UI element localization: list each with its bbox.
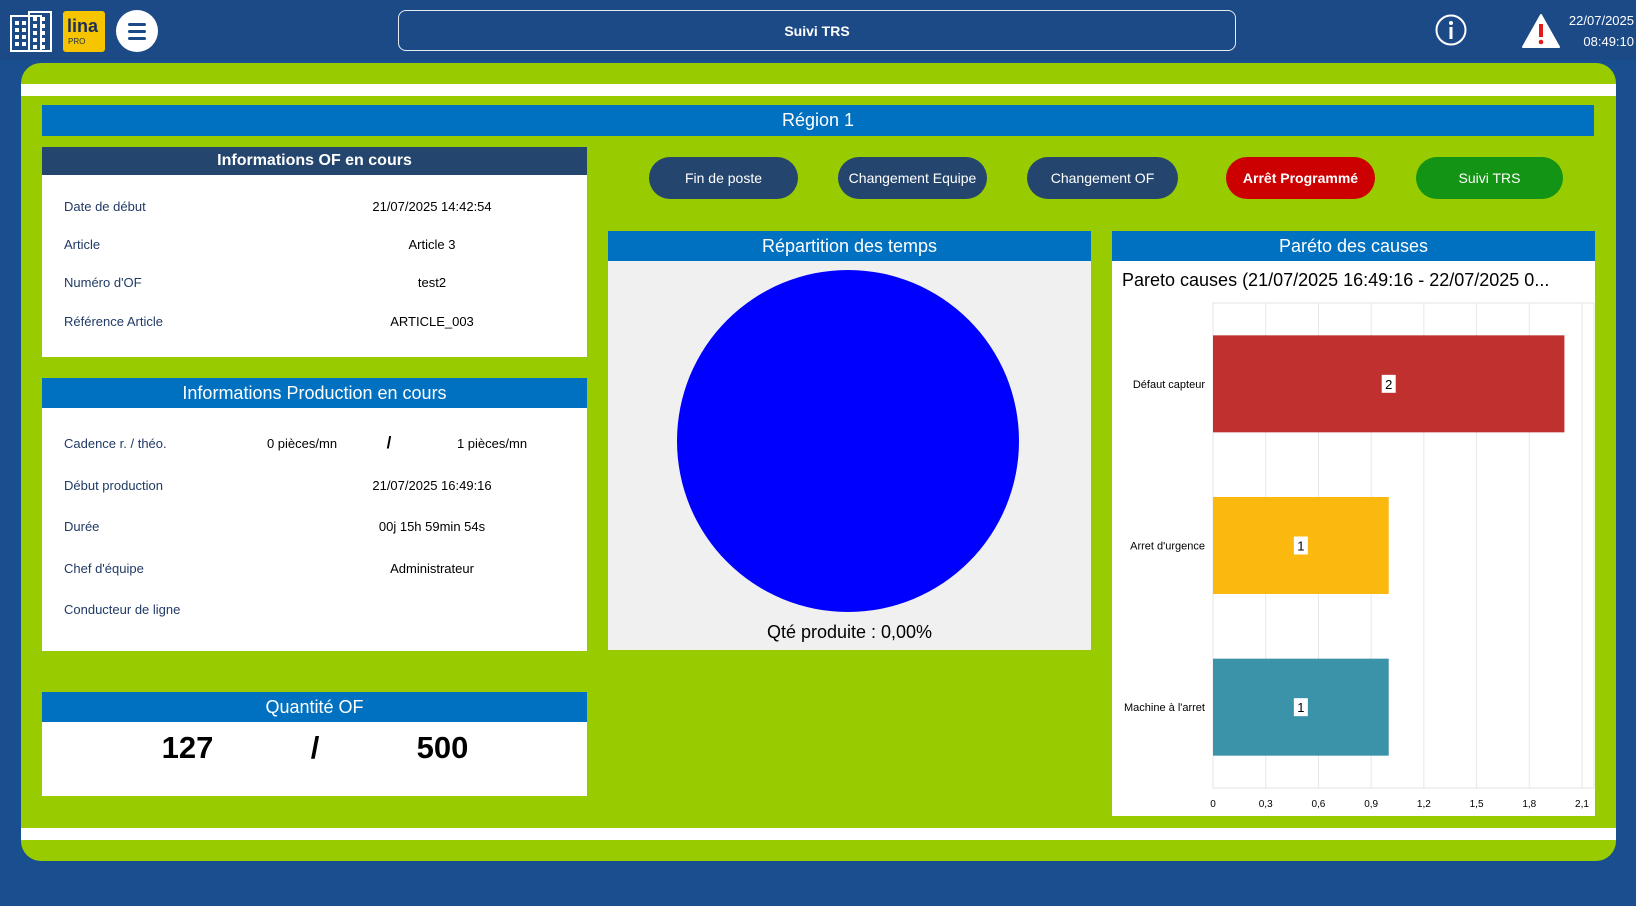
quantity-separator: / xyxy=(310,730,320,765)
datetime: 22/07/2025 08:49:10 xyxy=(1560,10,1634,52)
article-value: Article 3 xyxy=(408,237,456,252)
current-date: 22/07/2025 xyxy=(1568,13,1634,28)
region-title: Région 1 xyxy=(42,105,1594,136)
pareto-chart: 0 0,3 0,6 0,9 1,2 1,5 1,8 2,1 Défaut capteur 2 Arr… xyxy=(1124,302,1595,810)
x-tick-label: 1,2 xyxy=(1417,799,1431,810)
current-time: 08:49:10 xyxy=(1583,34,1634,49)
duration-label: Durée xyxy=(64,519,100,534)
line-operator-label: Conducteur de ligne xyxy=(64,602,181,617)
pareto-panel: Paréto des causes Pareto causes (21/07/2… xyxy=(1112,231,1595,816)
category-label: Machine à l'arret xyxy=(1124,702,1205,714)
of-start-value: 21/07/2025 14:42:54 xyxy=(372,199,492,214)
pie-slice xyxy=(677,270,1019,612)
cadence-label: Cadence r. / théo. xyxy=(64,436,167,451)
of-info-title: Informations OF en cours xyxy=(42,147,587,175)
of-start-label: Date de début xyxy=(64,199,146,214)
time-distribution-title: Répartition des temps xyxy=(608,231,1091,261)
prod-start-label: Début production xyxy=(64,478,164,493)
x-tick-label: 0,6 xyxy=(1311,799,1325,810)
divider-bottom xyxy=(21,828,1616,840)
end-of-shift-button[interactable]: Fin de poste xyxy=(649,157,798,199)
team-lead-value: Administrateur xyxy=(390,561,474,576)
change-team-button[interactable]: Changement Equipe xyxy=(838,157,987,199)
lina-pro-logo: lina PRO xyxy=(63,11,105,52)
article-ref-value: ARTICLE_003 xyxy=(390,314,474,329)
pie-caption: Qté produite : 0,00% xyxy=(766,622,933,642)
of-number-value: test2 xyxy=(417,275,447,290)
category-label: Défaut capteur xyxy=(1133,379,1205,391)
prod-start-value: 21/07/2025 16:49:16 xyxy=(372,478,492,493)
team-lead-label: Chef d'équipe xyxy=(64,561,144,576)
cadence-theo-value: 1 pièces/mn xyxy=(456,436,528,451)
scheduled-stop-button[interactable]: Arrêt Programmé xyxy=(1226,157,1375,199)
x-tick-label: 0 xyxy=(1210,799,1216,810)
data-label: 1 xyxy=(1297,539,1304,554)
production-info-panel: Informations Production en cours Cadence… xyxy=(42,378,587,651)
divider-top xyxy=(21,84,1616,96)
quantity-produced: 127 xyxy=(161,730,214,765)
cadence-separator: / xyxy=(386,433,392,452)
info-icon[interactable] xyxy=(1435,14,1467,46)
article-label: Article xyxy=(64,237,101,252)
x-tick-label: 1,8 xyxy=(1522,799,1536,810)
warning-icon[interactable] xyxy=(1521,13,1561,49)
data-label: 1 xyxy=(1297,700,1304,715)
of-info-panel: Informations OF en cours Date de début 2… xyxy=(42,147,587,357)
category-label: Arret d'urgence xyxy=(1130,541,1205,553)
logo-subtext: PRO xyxy=(68,37,86,46)
production-info-title: Informations Production en cours xyxy=(42,378,587,408)
page-title: Suivi TRS xyxy=(398,10,1236,51)
data-label: 2 xyxy=(1385,377,1392,392)
x-tick-label: 2,1 xyxy=(1575,799,1589,810)
hamburger-menu-icon[interactable] xyxy=(116,10,158,52)
duration-value: 00j 15h 59min 54s xyxy=(378,519,486,534)
quantity-title: Quantité OF xyxy=(42,692,587,722)
top-bar: lina PRO Suivi TRS 22/07/2025 08:49:10 xyxy=(0,0,1636,60)
quantity-target: 500 xyxy=(416,730,469,765)
cadence-real-value: 0 pièces/mn xyxy=(266,436,338,451)
x-tick-label: 0,9 xyxy=(1364,799,1378,810)
time-distribution-panel: Répartition des temps Qté produite : 0,0… xyxy=(608,231,1091,650)
logo-text: lina xyxy=(67,16,99,36)
time-distribution-pie xyxy=(677,270,1019,612)
trs-tracking-button[interactable]: Suivi TRS xyxy=(1416,157,1563,199)
building-icon[interactable] xyxy=(10,11,52,52)
x-tick-label: 1,5 xyxy=(1470,799,1484,810)
article-ref-label: Référence Article xyxy=(64,314,163,329)
of-number-label: Numéro d'OF xyxy=(64,275,142,290)
change-of-button[interactable]: Changement OF xyxy=(1027,157,1178,199)
x-tick-label: 0,3 xyxy=(1259,799,1273,810)
